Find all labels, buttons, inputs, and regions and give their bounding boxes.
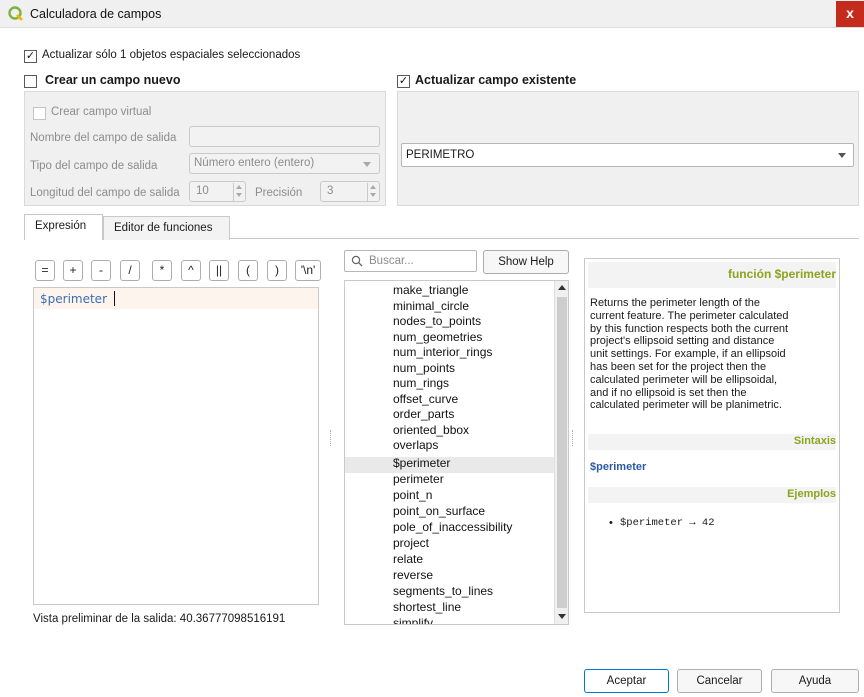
help-button[interactable]: Ayuda bbox=[771, 669, 859, 693]
op-concat-button[interactable]: || bbox=[209, 260, 229, 281]
show-help-button[interactable]: Show Help bbox=[483, 250, 569, 274]
list-item[interactable]: project bbox=[393, 536, 429, 552]
op-open-paren-button[interactable]: ( bbox=[238, 260, 258, 281]
list-item[interactable]: segments_to_lines bbox=[393, 584, 493, 600]
qgis-logo-icon bbox=[8, 6, 23, 21]
list-item[interactable]: point_n bbox=[393, 488, 432, 504]
syntax-header: Sintaxis bbox=[793, 435, 836, 447]
list-item[interactable]: overlaps bbox=[393, 438, 438, 454]
search-placeholder: Buscar... bbox=[369, 255, 414, 267]
help-description: Returns the perimeter length of the curr… bbox=[590, 297, 836, 412]
output-type-select[interactable]: Número entero (entero) bbox=[189, 153, 380, 174]
list-item[interactable]: nodes_to_points bbox=[393, 314, 481, 330]
list-item[interactable]: num_geometries bbox=[393, 330, 482, 346]
list-item[interactable]: reverse bbox=[393, 568, 433, 584]
list-item[interactable]: order_parts bbox=[393, 407, 454, 423]
update-existing-label: Actualizar campo existente bbox=[415, 73, 577, 87]
syntax-text: $perimeter bbox=[590, 461, 647, 473]
splitter-handle[interactable] bbox=[330, 430, 332, 446]
op-close-paren-button[interactable]: ) bbox=[267, 260, 287, 281]
help-line: unit settings. For example, if an ellips… bbox=[590, 348, 786, 361]
existing-field-select[interactable]: PERIMETRO bbox=[401, 143, 854, 167]
op-newline-button[interactable]: '\n' bbox=[295, 260, 321, 281]
text-cursor bbox=[114, 291, 115, 306]
close-button[interactable]: x bbox=[836, 1, 864, 27]
list-item[interactable]: minimal_circle bbox=[393, 299, 469, 315]
op-divide-button[interactable]: / bbox=[120, 260, 140, 281]
help-line: calculated perimeter will be ellipsoidal… bbox=[590, 373, 778, 386]
list-item[interactable]: point_on_surface bbox=[393, 504, 485, 520]
help-line: calculated perimeter will be planimetric… bbox=[590, 399, 782, 412]
expression-text: $perimeter bbox=[40, 292, 107, 306]
precision-label: Precisión bbox=[255, 187, 303, 199]
update-selected-label: Actualizar sólo 1 objetos espaciales sel… bbox=[42, 49, 301, 61]
length-value: 10 bbox=[196, 185, 209, 197]
op-minus-button[interactable]: - bbox=[91, 260, 111, 281]
list-item[interactable]: oriented_bbox bbox=[393, 423, 469, 439]
list-item[interactable]: simplify bbox=[393, 616, 433, 624]
list-item[interactable]: make_triangle bbox=[393, 283, 468, 299]
list-item[interactable]: num_rings bbox=[393, 376, 449, 392]
virtual-field-label: Crear campo virtual bbox=[51, 106, 152, 118]
op-multiply-button[interactable]: * bbox=[152, 260, 172, 281]
tab-function-editor[interactable]: Editor de funciones bbox=[103, 216, 230, 240]
existing-field-value: PERIMETRO bbox=[406, 149, 475, 161]
length-spinbox[interactable]: 10 bbox=[189, 181, 246, 202]
virtual-field-checkbox[interactable] bbox=[33, 107, 46, 120]
function-search-input[interactable]: Buscar... bbox=[344, 250, 477, 272]
help-line: by this function respects both the curre… bbox=[590, 322, 789, 335]
examples-header: Ejemplos bbox=[787, 488, 836, 500]
help-line: current feature. The perimeter calculate… bbox=[590, 309, 789, 322]
scrollbar-thumb[interactable] bbox=[557, 297, 567, 608]
help-line: project's ellipsoid setting and distance bbox=[590, 335, 775, 348]
output-name-input[interactable] bbox=[189, 126, 380, 147]
list-scrollbar[interactable] bbox=[554, 281, 568, 624]
list-item[interactable]: offset_curve bbox=[393, 392, 458, 408]
output-name-label: Nombre del campo de salida bbox=[30, 132, 177, 144]
search-icon bbox=[351, 255, 363, 267]
list-item-selected[interactable]: $perimeter bbox=[393, 456, 450, 472]
list-item[interactable]: perimeter bbox=[393, 472, 444, 488]
bullet-icon: • bbox=[609, 517, 613, 529]
splitter-handle[interactable] bbox=[572, 430, 574, 446]
output-length-label: Longitud del campo de salida bbox=[30, 187, 180, 199]
window-title: Calculadora de campos bbox=[30, 7, 162, 21]
output-type-value: Número entero (entero) bbox=[194, 157, 315, 169]
chevron-down-icon bbox=[363, 162, 371, 167]
ok-button[interactable]: Aceptar bbox=[584, 669, 669, 693]
update-selected-checkbox[interactable]: ✓ bbox=[24, 50, 37, 63]
chevron-down-icon bbox=[838, 153, 846, 158]
spin-arrows-icon[interactable] bbox=[367, 183, 379, 201]
example-text: $perimeter → 42 bbox=[620, 517, 715, 529]
help-line: Returns the perimeter length of the bbox=[590, 297, 760, 309]
output-preview: Vista preliminar de la salida: 40.367770… bbox=[33, 613, 286, 625]
list-item[interactable]: num_points bbox=[393, 361, 455, 377]
cancel-button[interactable]: Cancelar bbox=[677, 669, 762, 693]
op-equals-button[interactable]: = bbox=[35, 260, 55, 281]
scroll-down-icon[interactable] bbox=[558, 614, 566, 619]
list-item[interactable]: num_interior_rings bbox=[393, 345, 492, 361]
help-line: has been set for the project then the bbox=[590, 360, 767, 373]
list-item[interactable]: pole_of_inaccessibility bbox=[393, 520, 512, 536]
scroll-up-icon[interactable] bbox=[558, 285, 566, 290]
list-item[interactable]: relate bbox=[393, 552, 423, 568]
op-power-button[interactable]: ^ bbox=[181, 260, 201, 281]
output-type-label: Tipo del campo de salida bbox=[30, 160, 158, 172]
precision-spinbox[interactable]: 3 bbox=[320, 181, 380, 202]
list-item[interactable]: shortest_line bbox=[393, 600, 461, 616]
precision-value: 3 bbox=[327, 185, 334, 197]
help-title: función $perimeter bbox=[727, 267, 836, 281]
help-panel: función $perimeter Returns the perimeter… bbox=[584, 258, 840, 613]
tab-expression[interactable]: Expresión bbox=[24, 214, 103, 240]
spin-arrows-icon[interactable] bbox=[233, 183, 245, 201]
op-plus-button[interactable]: + bbox=[63, 260, 83, 281]
create-field-label: Crear un campo nuevo bbox=[45, 73, 181, 87]
expression-editor[interactable]: $perimeter bbox=[33, 287, 319, 605]
update-existing-checkbox[interactable]: ✓ bbox=[397, 75, 410, 88]
create-field-checkbox[interactable] bbox=[24, 75, 37, 88]
help-line: and if no ellipsoid is set then the bbox=[590, 386, 747, 399]
